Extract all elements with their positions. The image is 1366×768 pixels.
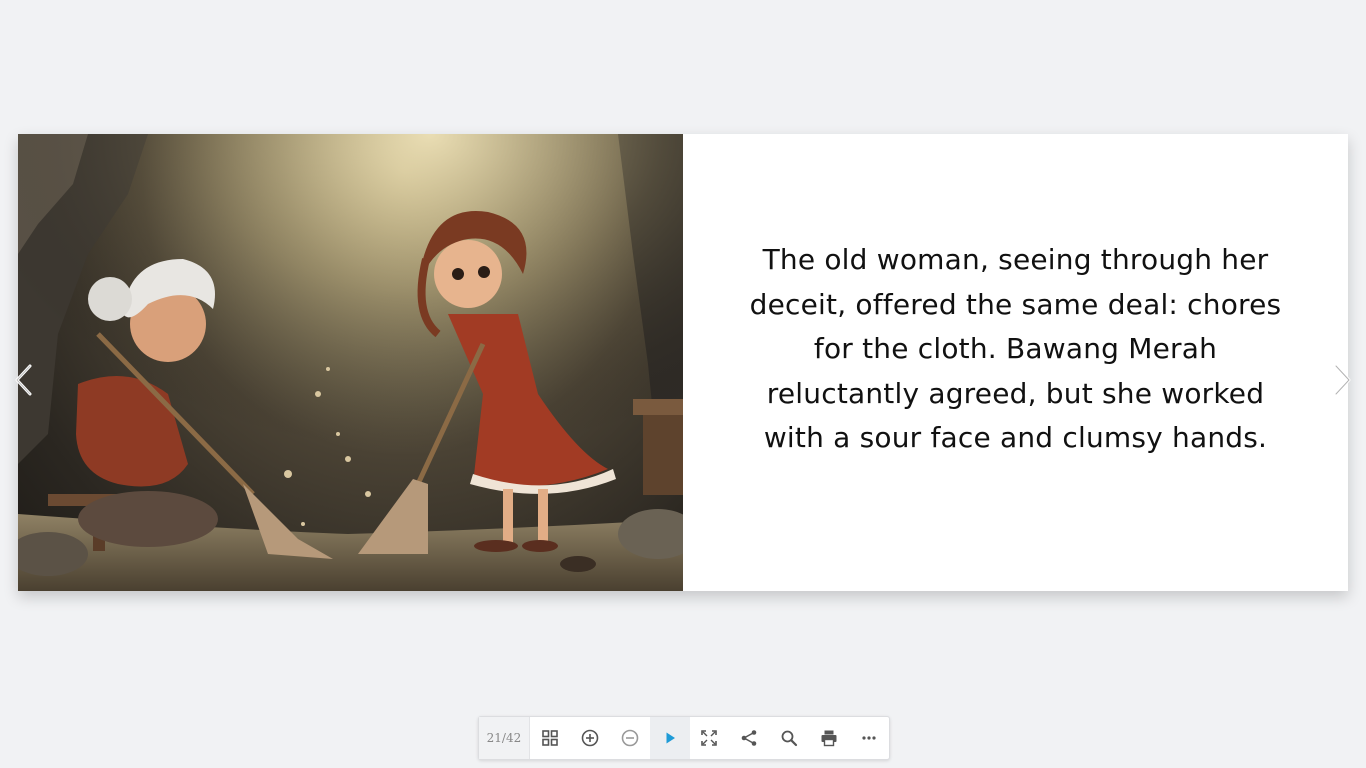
search-icon (781, 730, 798, 747)
chevron-right-icon (1334, 364, 1351, 396)
chevron-left-icon (15, 364, 32, 396)
prev-page-button[interactable] (10, 362, 38, 398)
old-woman-and-girl-sweeping-illustration (18, 134, 683, 591)
zoom-in-button[interactable] (570, 717, 610, 759)
thumbnails-button[interactable] (530, 717, 570, 759)
next-page-button[interactable] (1328, 362, 1356, 398)
zoom-out-icon (621, 729, 638, 747)
illustration-page (18, 134, 683, 591)
autoplay-button[interactable] (649, 717, 690, 759)
fullscreen-icon (701, 730, 718, 746)
search-button[interactable] (769, 717, 809, 759)
print-button[interactable] (809, 717, 849, 759)
zoom-out-button[interactable] (610, 717, 650, 759)
zoom-in-icon (581, 729, 599, 747)
flipbook: The old woman, seeing through her deceit… (18, 134, 1348, 591)
share-icon (742, 730, 757, 746)
print-icon (821, 730, 837, 747)
play-icon (666, 732, 675, 744)
more-options-button[interactable] (849, 717, 889, 759)
fullscreen-button[interactable] (690, 717, 730, 759)
page-counter: 21/42 (479, 717, 530, 759)
grid-icon (542, 730, 558, 746)
text-page: The old woman, seeing through her deceit… (683, 134, 1348, 591)
share-button[interactable] (729, 717, 769, 759)
story-text: The old woman, seeing through her deceit… (749, 243, 1282, 455)
viewer-toolbar: 21/42 (478, 716, 890, 760)
more-icon (862, 736, 876, 740)
